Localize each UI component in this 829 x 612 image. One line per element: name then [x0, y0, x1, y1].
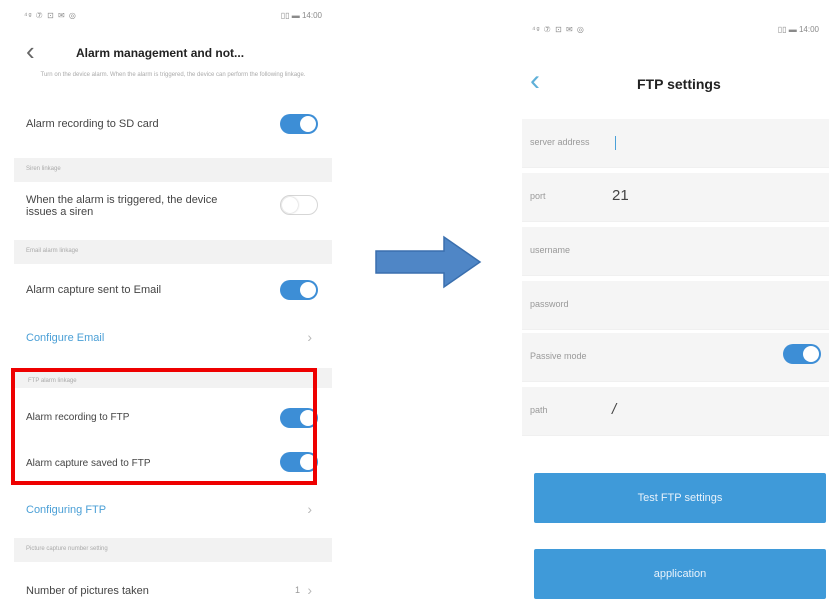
email-toggle[interactable]: [280, 280, 318, 300]
port-label: port: [530, 191, 546, 201]
port-field[interactable]: port 21: [522, 173, 829, 222]
nav-bar: ‹ Alarm management and not...: [14, 38, 332, 68]
sd-card-toggle[interactable]: [280, 114, 318, 134]
passive-mode-label: Passive mode: [530, 351, 587, 361]
toggle-knob: [300, 282, 316, 298]
status-icons-left: ⁴ᵍ ⑦ ⊡ ✉ ◎: [532, 25, 585, 34]
email-row: Alarm capture sent to Email: [14, 268, 332, 312]
passive-mode-row: Passive mode: [522, 333, 829, 382]
pictures-row[interactable]: Number of pictures taken 1 ›: [14, 572, 332, 610]
status-bar: ⁴ᵍ ⑦ ⊡ ✉ ◎ ▯▯ ▬ 14:00: [14, 8, 332, 24]
siren-section-header: Siren linkage: [14, 158, 332, 182]
arrow-right-icon: [375, 235, 482, 289]
status-icons-left: ⁴ᵍ ⑦ ⊡ ✉ ◎: [24, 11, 77, 20]
configure-email-label: Configure Email: [26, 332, 105, 344]
pictures-count: 1: [294, 585, 300, 595]
status-icons-right: ▯▯ ▬ 14:00: [777, 25, 819, 34]
status-bar: ⁴ᵍ ⑦ ⊡ ✉ ◎ ▯▯ ▬ 14:00: [522, 22, 829, 38]
alarm-description: Turn on the device alarm. When the alarm…: [40, 72, 306, 78]
toggle-knob: [300, 116, 316, 132]
alarm-management-screen: ⁴ᵍ ⑦ ⊡ ✉ ◎ ▯▯ ▬ 14:00 ‹ Alarm management…: [14, 0, 332, 612]
server-address-label: server address: [530, 137, 590, 147]
chevron-right-icon: ›: [307, 582, 312, 598]
chevron-right-icon: ›: [307, 329, 312, 345]
picture-section-header: Picture capture number setting: [14, 538, 332, 562]
toggle-knob: [803, 346, 819, 362]
username-label: username: [530, 245, 571, 255]
siren-row: When the alarm is triggered, the device …: [14, 182, 332, 228]
text-cursor: [615, 136, 616, 150]
siren-label: When the alarm is triggered, the device …: [26, 194, 218, 218]
server-address-field[interactable]: server address: [522, 119, 829, 168]
email-section-label: Email alarm linkage: [26, 248, 79, 254]
ftp-settings-screen: ⁴ᵍ ⑦ ⊡ ✉ ◎ ▯▯ ▬ 14:00 ‹ FTP settings ser…: [522, 0, 829, 612]
email-label: Alarm capture sent to Email: [26, 284, 162, 296]
path-field[interactable]: path /: [522, 387, 829, 436]
username-field[interactable]: username: [522, 227, 829, 276]
pictures-label: Number of pictures taken: [26, 585, 149, 597]
page-title: FTP settings: [637, 76, 721, 92]
password-field[interactable]: password: [522, 281, 829, 330]
toggle-knob: [282, 197, 298, 213]
sd-card-row: Alarm recording to SD card: [14, 104, 332, 144]
sd-card-label: Alarm recording to SD card: [26, 118, 159, 130]
path-input[interactable]: /: [612, 401, 616, 418]
configuring-ftp-label: Configuring FTP: [26, 504, 107, 516]
picture-section-label: Picture capture number setting: [26, 546, 108, 552]
application-button[interactable]: application: [534, 549, 826, 599]
ftp-highlight-box: [11, 368, 317, 485]
port-input[interactable]: 21: [612, 187, 629, 204]
configure-email-row[interactable]: Configure Email ›: [14, 318, 332, 358]
configuring-ftp-row[interactable]: Configuring FTP ›: [14, 492, 332, 528]
back-icon[interactable]: ‹: [530, 66, 540, 96]
test-ftp-button[interactable]: Test FTP settings: [534, 473, 826, 523]
passive-mode-toggle[interactable]: [783, 344, 821, 364]
nav-bar: ‹ FTP settings: [522, 66, 829, 100]
page-title: Alarm management and not...: [76, 46, 245, 60]
password-label: password: [530, 299, 569, 309]
siren-toggle[interactable]: [280, 195, 318, 215]
chevron-right-icon: ›: [307, 501, 312, 517]
path-label: path: [530, 405, 548, 415]
back-icon[interactable]: ‹: [26, 38, 35, 64]
status-icons-right: ▯▯ ▬ 14:00: [280, 11, 322, 20]
siren-section-label: Siren linkage: [26, 166, 61, 172]
email-section-header: Email alarm linkage: [14, 240, 332, 264]
